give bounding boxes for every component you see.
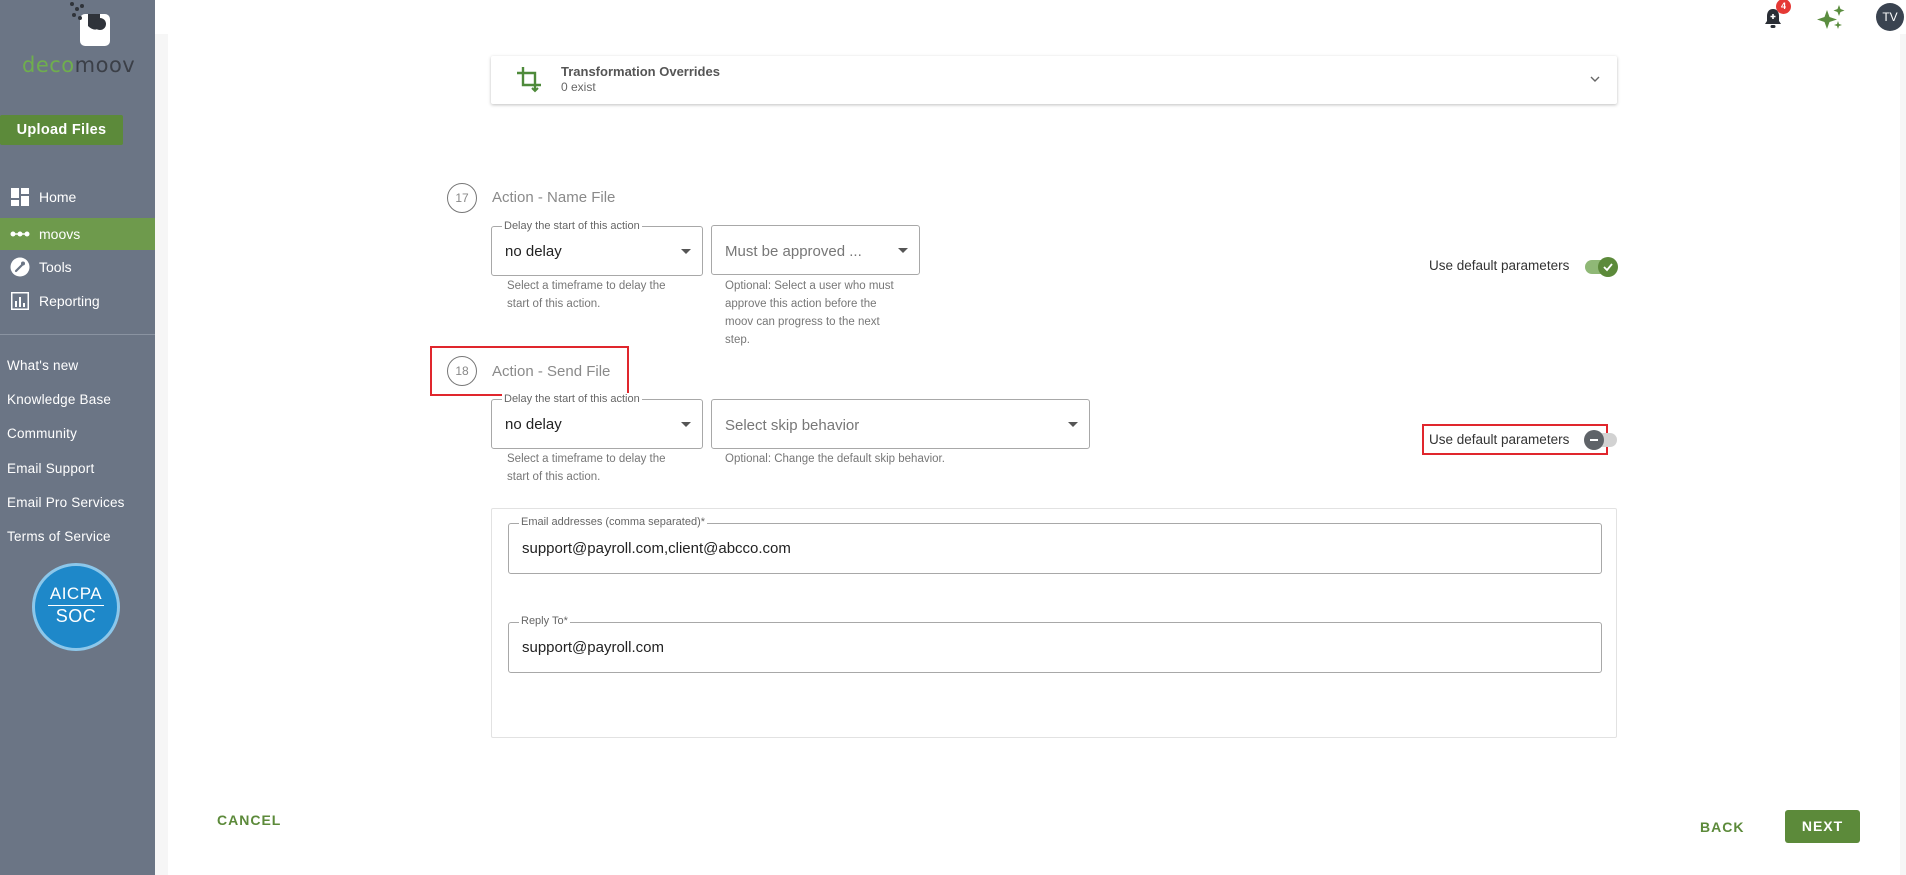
dropdown-arrow-icon xyxy=(1068,422,1078,427)
aicpa-soc-badge: AICPA SOC xyxy=(32,563,120,651)
minus-icon[interactable] xyxy=(1584,430,1604,450)
sidebar-item-moovs[interactable]: moovs xyxy=(0,218,155,250)
reply-to-field[interactable]: Reply To* support@payroll.com xyxy=(508,615,1602,673)
chevron-down-icon[interactable] xyxy=(1587,71,1603,87)
link-community[interactable]: Community xyxy=(7,426,77,441)
dropdown-arrow-icon xyxy=(681,249,691,254)
link-knowledge-base[interactable]: Knowledge Base xyxy=(7,392,111,407)
dashboard-icon xyxy=(10,187,30,207)
crop-icon xyxy=(517,67,541,93)
upload-files-button[interactable]: Upload Files xyxy=(0,115,123,145)
override-title: Transformation Overrides xyxy=(561,64,720,79)
step-18-delay-select[interactable]: Delay the start of this action no delay xyxy=(491,393,703,449)
email-addresses-field[interactable]: Email addresses (comma separated)* suppo… xyxy=(508,516,1602,574)
sidebar-item-tools[interactable]: Tools xyxy=(0,251,155,283)
back-button[interactable]: BACK xyxy=(1700,819,1744,835)
sidebar-item-label: Tools xyxy=(39,259,72,275)
sidebar-item-label: moovs xyxy=(39,226,81,242)
step-18-number: 18 xyxy=(447,356,477,386)
step-17-default-params-label: Use default parameters xyxy=(1429,258,1570,273)
logo-text: decomoov xyxy=(22,53,136,77)
logo-mark-icon xyxy=(70,2,110,46)
wrench-icon xyxy=(10,257,30,277)
step-17-approver-helper: Optional: Select a user who must approve… xyxy=(725,280,894,346)
step-17-delay-helper: Select a timeframe to delay the start of… xyxy=(507,280,666,310)
top-bar xyxy=(155,0,1906,34)
check-icon[interactable] xyxy=(1598,257,1618,277)
logo[interactable]: decomoov xyxy=(22,0,136,80)
step-18-default-params-label: Use default parameters xyxy=(1429,432,1570,447)
step-18-skip-helper: Optional: Change the default skip behavi… xyxy=(725,453,945,465)
sidebar-item-reporting[interactable]: Reporting xyxy=(0,285,155,317)
sparkle-icon[interactable] xyxy=(1815,4,1847,32)
step-17-approver-select[interactable]: Must be approved ... xyxy=(711,225,920,275)
dropdown-arrow-icon xyxy=(898,248,908,253)
step-17-delay-select[interactable]: Delay the start of this action no delay xyxy=(491,220,703,276)
step-17-number: 17 xyxy=(447,183,477,213)
sidebar-item-label: Reporting xyxy=(39,293,100,309)
user-avatar[interactable]: TV xyxy=(1876,3,1904,31)
sidebar-item-home[interactable]: Home xyxy=(0,181,155,213)
step-17-title: Action - Name File xyxy=(492,189,616,206)
cancel-button[interactable]: CANCEL xyxy=(217,812,281,828)
link-email-support[interactable]: Email Support xyxy=(7,461,94,476)
dots-icon xyxy=(10,224,30,244)
sidebar-item-label: Home xyxy=(39,189,77,205)
sidebar-divider xyxy=(0,334,155,335)
step-18-skip-behavior-select[interactable]: Select skip behavior xyxy=(711,399,1090,449)
override-subtitle: 0 exist xyxy=(561,80,596,94)
sidebar: decomoov Upload Files Home moovs Tools R… xyxy=(0,0,155,875)
link-email-pro-services[interactable]: Email Pro Services xyxy=(7,495,125,510)
dropdown-arrow-icon xyxy=(681,422,691,427)
transformation-overrides-panel[interactable]: Transformation Overrides 0 exist xyxy=(491,56,1617,104)
main-panel xyxy=(168,34,1900,875)
step-18-delay-helper: Select a timeframe to delay the start of… xyxy=(507,453,666,483)
chart-icon xyxy=(10,291,30,311)
step-18-title: Action - Send File xyxy=(492,363,611,380)
link-whats-new[interactable]: What's new xyxy=(7,358,78,373)
link-terms-of-service[interactable]: Terms of Service xyxy=(7,529,111,544)
next-button[interactable]: NEXT xyxy=(1785,810,1860,843)
